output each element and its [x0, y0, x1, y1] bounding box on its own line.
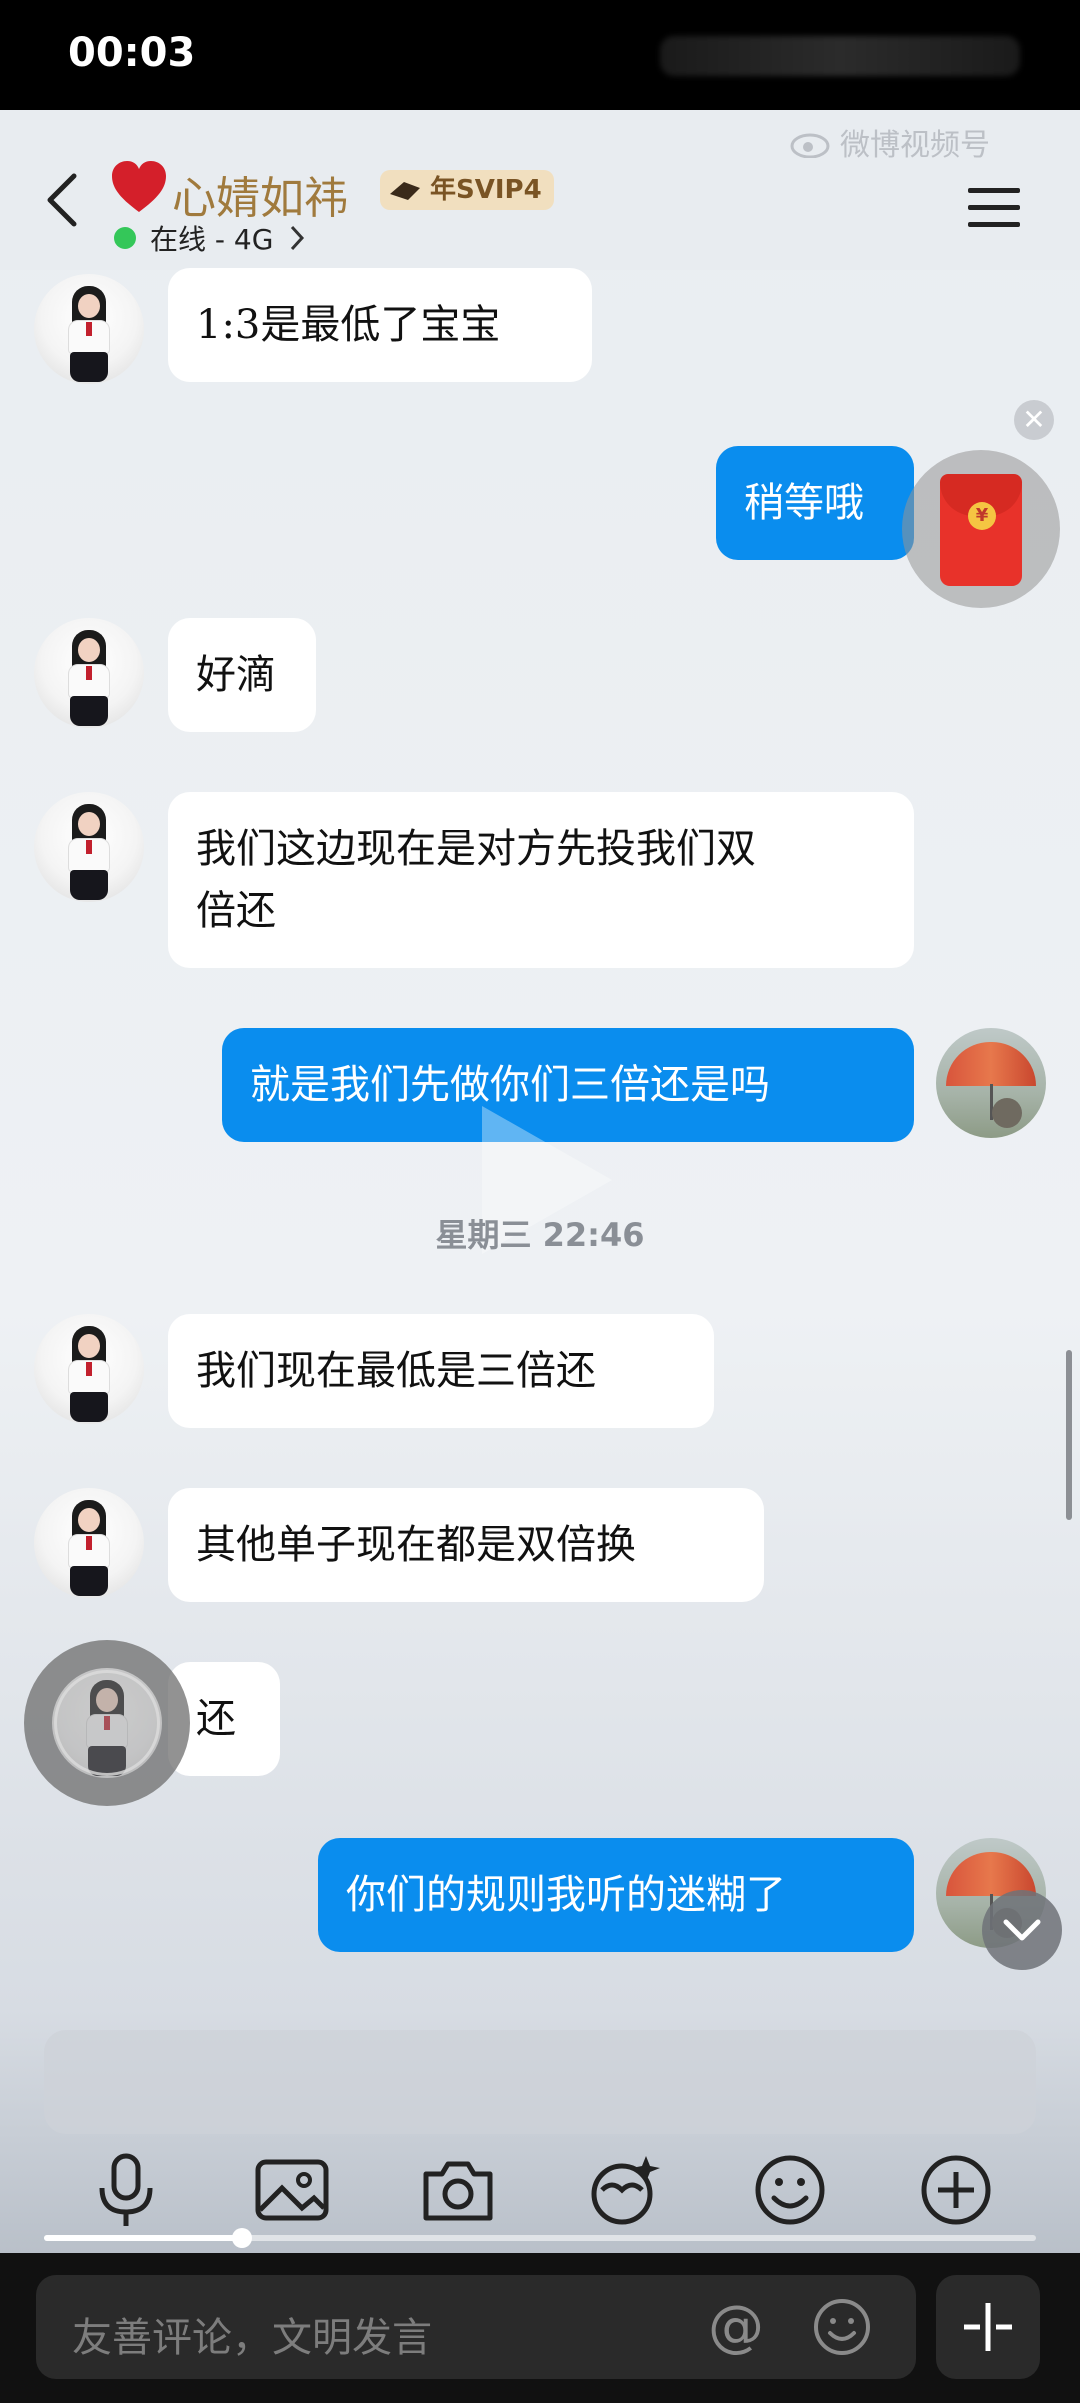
emoji-icon[interactable]	[812, 2297, 872, 2357]
mention-icon[interactable]: @	[708, 2295, 764, 2359]
expand-button[interactable]	[936, 2275, 1040, 2379]
message-bubble-incoming[interactable]: 好滴	[168, 618, 316, 732]
comment-bar: 友善评论，文明发言 @	[0, 2253, 1080, 2403]
status-bar: 00:03	[0, 0, 1080, 110]
online-status[interactable]: 在线 - 4G	[114, 218, 307, 258]
contact-avatar[interactable]	[34, 1314, 144, 1424]
my-avatar[interactable]	[936, 1028, 1046, 1138]
chat-screen: 心婧如祎 年SVIP4 在线 - 4G 微博视频号 1:3是最低了宝宝 ✕ 稍等…	[0, 110, 1080, 2253]
microphone-icon[interactable]	[86, 2150, 166, 2230]
video-progress-fill	[44, 2235, 243, 2241]
message-input[interactable]	[44, 2030, 1036, 2134]
video-progress-bar[interactable]	[44, 2228, 1036, 2248]
menu-icon[interactable]	[968, 186, 1020, 228]
message-bubble-incoming[interactable]: 其他单子现在都是双倍换	[168, 1488, 764, 1602]
contact-avatar[interactable]	[34, 792, 144, 902]
watermark: 微博视频号	[790, 120, 990, 164]
status-time: 00:03	[68, 30, 196, 76]
vip-badge-label: 年SVIP4	[430, 175, 542, 205]
expand-icon	[964, 2303, 1012, 2351]
weibo-logo-icon	[790, 133, 830, 158]
message-bubble-incoming[interactable]: 我们这边现在是对方先投我们双 倍还	[168, 792, 914, 968]
heart-icon	[112, 161, 166, 212]
contact-name[interactable]: 心婧如祎	[172, 162, 348, 226]
plus-icon[interactable]	[916, 2150, 996, 2230]
online-dot	[114, 227, 136, 249]
contact-avatar[interactable]	[34, 1488, 144, 1598]
red-packet-float[interactable]: ¥	[902, 450, 1060, 608]
floating-assistive-button[interactable]	[24, 1640, 190, 1806]
image-icon[interactable]	[252, 2150, 332, 2230]
scroll-down-button[interactable]	[982, 1890, 1062, 1970]
sticker-icon[interactable]	[584, 2150, 664, 2230]
back-icon[interactable]	[40, 170, 84, 230]
online-status-label: 在线 - 4G	[150, 223, 274, 256]
red-packet-coin: ¥	[968, 502, 996, 530]
message-bubble-incoming[interactable]: 1:3是最低了宝宝	[168, 268, 592, 382]
close-icon[interactable]: ✕	[1014, 400, 1054, 440]
message-bubble-incoming[interactable]: 我们现在最低是三倍还	[168, 1314, 714, 1428]
scrollbar[interactable]	[1066, 1350, 1072, 1520]
contact-avatar[interactable]	[34, 618, 144, 728]
red-packet-icon: ¥	[940, 474, 1022, 586]
comment-placeholder: 友善评论，文明发言	[72, 2315, 432, 2361]
watermark-text: 微博视频号	[840, 128, 990, 163]
vip-badge: 年SVIP4	[380, 170, 554, 210]
chevron-right-icon	[291, 225, 305, 251]
chat-timestamp: 星期三 22:46	[435, 1216, 645, 1254]
chat-header: 心婧如祎 年SVIP4 在线 - 4G 微博视频号	[0, 110, 1080, 270]
status-icons-blurred	[660, 36, 1020, 76]
hat-icon	[390, 182, 420, 200]
message-bubble-outgoing[interactable]: 稍等哦	[716, 446, 914, 560]
camera-icon[interactable]	[418, 2150, 498, 2230]
comment-input[interactable]: 友善评论，文明发言 @	[36, 2275, 916, 2379]
chevron-down-icon	[1003, 1919, 1041, 1941]
contact-avatar[interactable]	[34, 274, 144, 384]
emoji-icon[interactable]	[750, 2150, 830, 2230]
message-bubble-outgoing[interactable]: 你们的规则我听的迷糊了	[318, 1838, 914, 1952]
